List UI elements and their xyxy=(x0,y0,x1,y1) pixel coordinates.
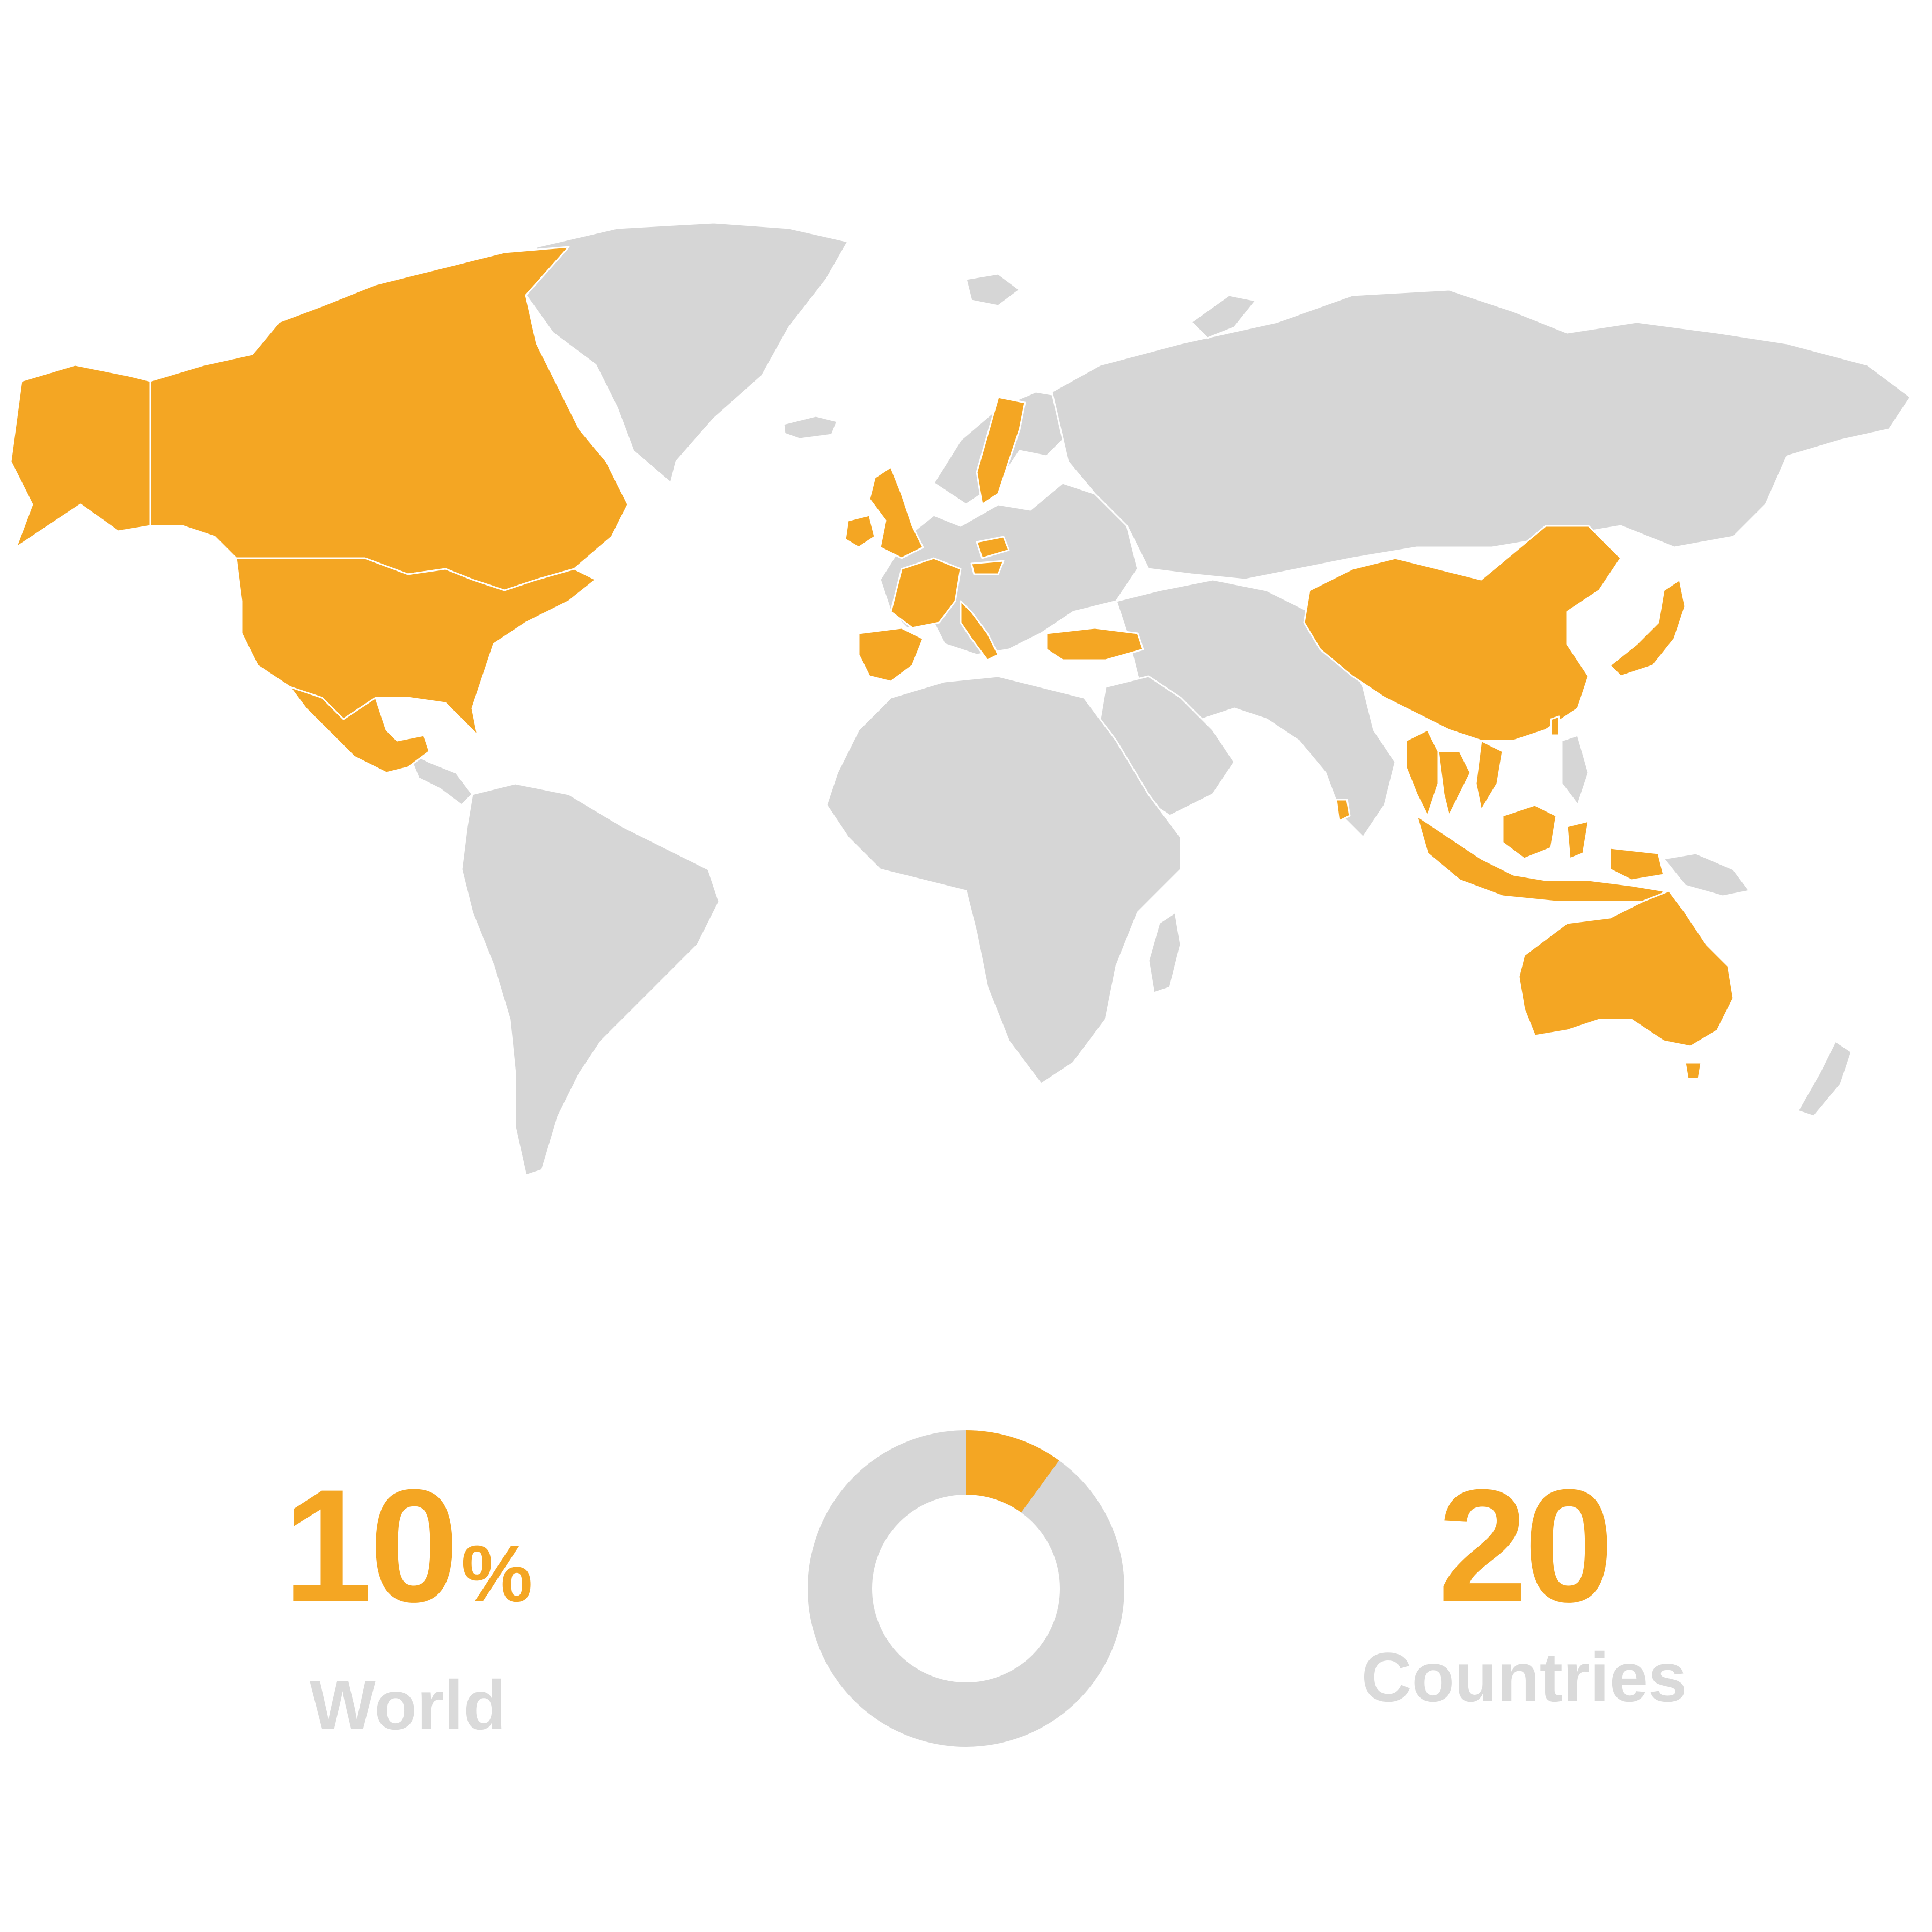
country-japan[interactable] xyxy=(1609,579,1686,677)
country-turkey[interactable] xyxy=(1045,627,1144,661)
country-myanmar[interactable] xyxy=(1405,729,1439,817)
world-percentage-stat: 10% World xyxy=(204,1395,612,1745)
world-percentage-value: 10% xyxy=(204,1465,612,1654)
country-usa[interactable] xyxy=(235,557,597,736)
philippines[interactable] xyxy=(1561,734,1590,806)
country-australia[interactable] xyxy=(1518,890,1735,1048)
countries-count-stat: 20 Countries xyxy=(1320,1395,1728,1717)
country-usa-alaska[interactable] xyxy=(10,364,151,548)
country-taiwan[interactable] xyxy=(1550,715,1560,736)
svalbard[interactable] xyxy=(965,273,1021,307)
russia-asia[interactable] xyxy=(1051,289,1912,581)
country-uk[interactable] xyxy=(868,466,924,559)
world-percentage-number: 10 xyxy=(283,1455,459,1636)
world-map xyxy=(10,222,1912,1176)
south-america[interactable] xyxy=(460,782,720,1176)
world-percentage-donut xyxy=(808,1430,1124,1747)
world-percentage-label: World xyxy=(310,1666,506,1744)
country-borneo[interactable] xyxy=(1502,804,1557,860)
countries-count-value: 20 xyxy=(1438,1455,1614,1636)
papua-new-guinea[interactable] xyxy=(1663,852,1751,897)
country-sulawesi[interactable] xyxy=(1566,820,1590,860)
madagascar[interactable] xyxy=(1147,911,1182,994)
donut-track xyxy=(808,1430,1124,1747)
country-austria[interactable] xyxy=(970,560,1005,575)
countries-count-label: Countries xyxy=(1361,1638,1687,1716)
country-vietnam[interactable] xyxy=(1475,740,1504,811)
new-zealand[interactable] xyxy=(1797,1040,1853,1117)
stats-section: 10% World 20 Countries xyxy=(0,1395,1932,1782)
country-spain[interactable] xyxy=(858,627,924,683)
iceland[interactable] xyxy=(782,415,838,440)
country-tasmania[interactable] xyxy=(1684,1062,1702,1080)
world-percentage-unit: % xyxy=(461,1528,533,1619)
country-ireland[interactable] xyxy=(844,514,876,548)
country-new-guinea-west[interactable] xyxy=(1609,847,1665,881)
country-thailand[interactable] xyxy=(1437,750,1472,817)
